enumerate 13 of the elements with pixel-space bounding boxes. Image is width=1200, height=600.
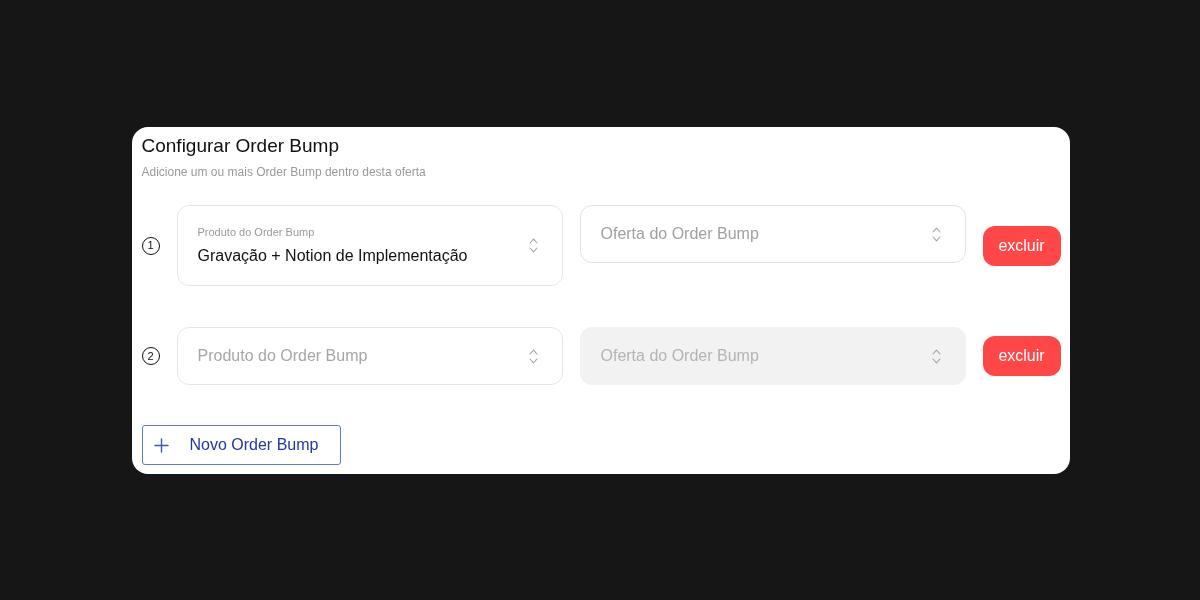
chevron-up-down-icon xyxy=(528,238,538,253)
dialog-subtitle: Adicione um ou mais Order Bump dentro desta oferta xyxy=(141,164,427,180)
chevron-up-down-icon xyxy=(931,348,941,364)
product-select[interactable]: Produto do Order Bump Gravação + Notion de Implementação xyxy=(176,205,563,286)
chevron-up-down-icon xyxy=(931,226,941,242)
dialog-title: Configurar Order Bump xyxy=(141,134,340,158)
add-order-bump-button[interactable]: Novo Order Bump xyxy=(141,425,341,465)
delete-button[interactable]: excluir xyxy=(982,336,1061,376)
product-select[interactable]: Produto do Order Bump xyxy=(176,327,563,385)
plus-icon xyxy=(153,437,169,453)
chevron-up-down-icon xyxy=(528,348,538,364)
offer-select[interactable]: Oferta do Order Bump xyxy=(579,205,966,263)
delete-button[interactable]: excluir xyxy=(982,225,1061,266)
